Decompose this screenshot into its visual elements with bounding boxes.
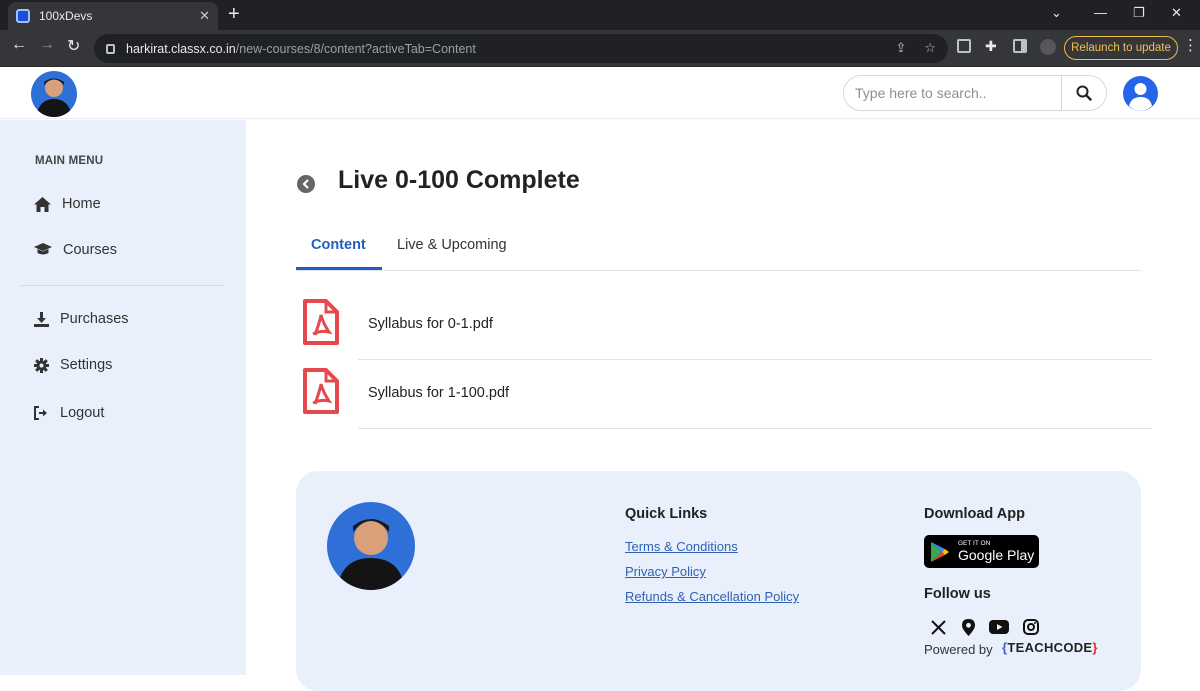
bookmark-star-icon[interactable]: ☆ (924, 40, 936, 56)
browser-toolbar: ← → ↻ harkirat.classx.co.in /new-courses… (0, 30, 1200, 67)
file-name[interactable]: Syllabus for 0-1.pdf (368, 316, 493, 332)
content-tabs: Content Live & Upcoming (296, 230, 1141, 271)
sidebar-title: MAIN MENU (35, 155, 104, 167)
pdf-icon (303, 299, 339, 345)
logout-icon (34, 406, 47, 420)
search-input[interactable] (844, 76, 1062, 110)
privacy-link[interactable]: Privacy Policy (625, 564, 706, 579)
row-divider (358, 359, 1152, 360)
reload-button[interactable]: ↻ (67, 36, 80, 56)
follow-us-title: Follow us (924, 586, 991, 602)
download-app-title: Download App (924, 506, 1025, 522)
teachcode-logo[interactable]: {TEACHCODE} (1002, 640, 1098, 655)
url-host: harkirat.classx.co.in (126, 41, 236, 56)
tab-search-icon[interactable]: ⌄ (1051, 5, 1062, 21)
notion-extension-icon[interactable] (957, 39, 971, 53)
sidebar-item-logout[interactable]: Logout (34, 405, 104, 421)
tab-close-icon[interactable]: ✕ (199, 8, 210, 24)
graduation-cap-icon (34, 243, 52, 255)
terms-link[interactable]: Terms & Conditions (625, 539, 738, 554)
quick-links-title: Quick Links (625, 506, 708, 522)
google-play-button[interactable]: GET IT ON Google Play (924, 535, 1039, 568)
youtube-icon[interactable] (989, 617, 1009, 637)
browser-tabbar: 100xDevs ✕ + ⌄ — ❐ ✕ (0, 0, 1200, 30)
powered-by-label: Powered by (924, 642, 993, 657)
side-panel-icon[interactable] (1013, 39, 1027, 53)
active-tab-indicator (296, 267, 382, 270)
teachcode-brand: TEACHCODE (1007, 640, 1093, 655)
address-bar[interactable]: harkirat.classx.co.in /new-courses/8/con… (94, 34, 948, 63)
row-divider (358, 428, 1152, 429)
sidebar: MAIN MENU Home Courses Purchases Setting… (0, 120, 246, 675)
minimize-button[interactable]: — (1094, 5, 1107, 20)
new-tab-button[interactable]: + (228, 4, 240, 24)
site-header (0, 67, 1200, 119)
file-name[interactable]: Syllabus for 1-100.pdf (368, 385, 509, 401)
profile-icon[interactable] (1040, 39, 1056, 55)
download-icon (34, 311, 49, 327)
back-nav-button[interactable]: ← (11, 36, 27, 54)
google-play-icon (931, 541, 949, 562)
user-account-icon[interactable] (1123, 76, 1158, 111)
forward-nav-button[interactable]: → (39, 36, 55, 54)
site-footer: Quick Links Terms & Conditions Privacy P… (296, 471, 1141, 691)
chevron-left-icon (302, 179, 309, 189)
search-icon (1076, 85, 1092, 101)
pdf-icon (303, 368, 339, 414)
back-button[interactable] (297, 175, 315, 193)
search-button[interactable] (1062, 76, 1106, 110)
file-row[interactable]: Syllabus for 1-100.pdf (296, 361, 1152, 429)
tab-live-upcoming[interactable]: Live & Upcoming (397, 237, 507, 253)
sidebar-item-label: Purchases (60, 311, 129, 327)
extensions-puzzle-icon[interactable]: ✚ (985, 38, 997, 55)
sidebar-item-label: Courses (63, 242, 117, 258)
gear-icon (34, 357, 49, 373)
lock-icon (106, 43, 115, 54)
sidebar-item-courses[interactable]: Courses (34, 242, 117, 258)
sidebar-item-purchases[interactable]: Purchases (34, 311, 129, 327)
browser-tab[interactable]: 100xDevs ✕ (8, 2, 218, 30)
instagram-icon[interactable] (1021, 617, 1041, 637)
sidebar-item-home[interactable]: Home (34, 196, 101, 212)
gplay-big-label: Google Play (958, 547, 1035, 564)
window-close-button[interactable]: ✕ (1171, 5, 1182, 21)
search-box (843, 75, 1107, 111)
sidebar-divider (20, 285, 224, 286)
sidebar-item-label: Home (62, 196, 101, 212)
home-icon (34, 196, 51, 212)
tab-content[interactable]: Content (311, 237, 366, 253)
share-icon[interactable]: ⇪ (895, 40, 906, 56)
menu-kebab-icon[interactable]: ⋮ (1183, 38, 1198, 53)
file-row[interactable]: Syllabus for 0-1.pdf (296, 292, 1152, 360)
maximize-button[interactable]: ❐ (1133, 5, 1145, 21)
page-title: Live 0-100 Complete (338, 166, 580, 194)
location-pin-icon[interactable] (958, 617, 978, 637)
url-path: /new-courses/8/content?activeTab=Content (235, 41, 476, 56)
logo-avatar[interactable] (31, 71, 77, 117)
x-icon[interactable] (928, 617, 948, 637)
sidebar-item-label: Settings (60, 357, 113, 373)
relaunch-button[interactable]: Relaunch to update (1064, 36, 1178, 60)
refunds-link[interactable]: Refunds & Cancellation Policy (625, 589, 799, 604)
site-favicon-icon (16, 9, 30, 23)
footer-avatar (327, 502, 415, 590)
tab-title: 100xDevs (39, 9, 93, 23)
sidebar-item-settings[interactable]: Settings (34, 357, 112, 373)
sidebar-item-label: Logout (60, 405, 105, 421)
